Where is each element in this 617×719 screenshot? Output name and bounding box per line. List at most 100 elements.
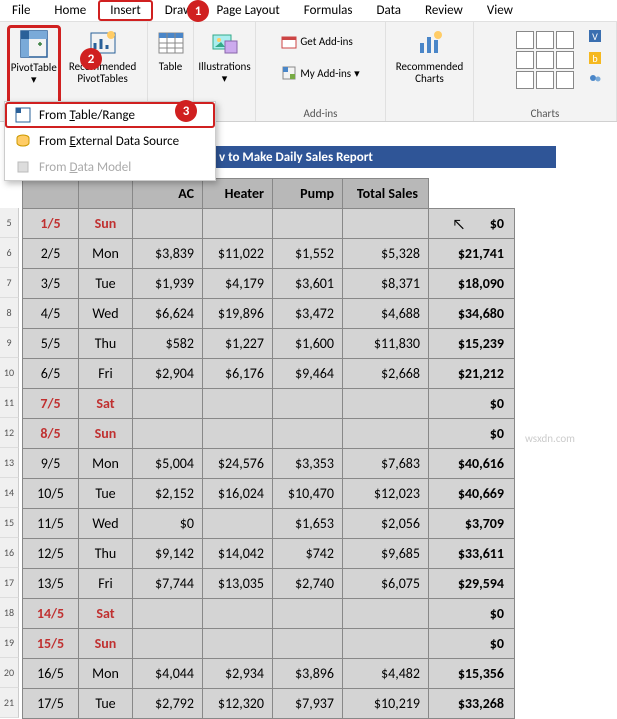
cell-date[interactable]: 8/5: [23, 419, 79, 449]
cell-value[interactable]: $2,668: [343, 359, 429, 389]
row-number[interactable]: 11: [0, 388, 19, 418]
cell-day[interactable]: Wed: [79, 299, 133, 329]
cell-value[interactable]: $12,320: [203, 689, 273, 719]
row-number[interactable]: 14: [0, 478, 19, 508]
cell-date[interactable]: 16/5: [23, 659, 79, 689]
cell-date[interactable]: 1/5: [23, 209, 79, 239]
cell-value[interactable]: $6,624: [133, 299, 203, 329]
cell-date[interactable]: 10/5: [23, 479, 79, 509]
menu-from-external[interactable]: From External Data Source: [5, 128, 215, 154]
chart-type-grid[interactable]: [516, 31, 574, 105]
cell-value[interactable]: $2,740: [273, 569, 343, 599]
cell-total[interactable]: $3,709: [429, 509, 515, 539]
cell-value[interactable]: $582: [133, 329, 203, 359]
cell-value[interactable]: [343, 599, 429, 629]
cell-value[interactable]: [203, 419, 273, 449]
cell-total[interactable]: $0: [429, 599, 515, 629]
cell-value[interactable]: $7,937: [273, 689, 343, 719]
pivot-table-button[interactable]: PivotTable▾: [7, 25, 61, 105]
cell-value[interactable]: $8,371: [343, 269, 429, 299]
cell-value[interactable]: [273, 389, 343, 419]
recommended-pivottables-button[interactable]: Recommended PivotTables: [65, 25, 140, 105]
cell-value[interactable]: [343, 389, 429, 419]
row-number[interactable]: 13: [0, 448, 19, 478]
cell-value[interactable]: $11,022: [203, 239, 273, 269]
cell-value[interactable]: $5,004: [133, 449, 203, 479]
cell-value[interactable]: [203, 509, 273, 539]
cell-value[interactable]: [273, 209, 343, 239]
cell-date[interactable]: 17/5: [23, 689, 79, 719]
row-number[interactable]: 20: [0, 658, 19, 688]
tab-file[interactable]: File: [0, 0, 42, 21]
cell-value[interactable]: [343, 209, 429, 239]
cell-total[interactable]: $33,268: [429, 689, 515, 719]
cell-total[interactable]: $18,090: [429, 269, 515, 299]
row-number[interactable]: 21: [0, 688, 19, 718]
cell-value[interactable]: $1,939: [133, 269, 203, 299]
cell-value[interactable]: $1,227: [203, 329, 273, 359]
cell-day[interactable]: Fri: [79, 569, 133, 599]
cell-date[interactable]: 5/5: [23, 329, 79, 359]
cell-value[interactable]: $3,472: [273, 299, 343, 329]
column-header[interactable]: [79, 179, 133, 209]
cell-value[interactable]: $1,653: [273, 509, 343, 539]
row-number[interactable]: 12: [0, 418, 19, 448]
column-header[interactable]: AC: [133, 179, 203, 209]
cell-total[interactable]: $40,616: [429, 449, 515, 479]
cell-value[interactable]: $4,044: [133, 659, 203, 689]
cell-day[interactable]: Sat: [79, 599, 133, 629]
cell-date[interactable]: 14/5: [23, 599, 79, 629]
row-number[interactable]: 18: [0, 598, 19, 628]
cell-day[interactable]: Thu: [79, 539, 133, 569]
cell-value[interactable]: $2,152: [133, 479, 203, 509]
column-header[interactable]: [23, 179, 79, 209]
cell-value[interactable]: [273, 419, 343, 449]
cell-day[interactable]: Wed: [79, 509, 133, 539]
cell-value[interactable]: $16,024: [203, 479, 273, 509]
cell-value[interactable]: $10,219: [343, 689, 429, 719]
column-header[interactable]: Heater: [203, 179, 273, 209]
cell-day[interactable]: Tue: [79, 689, 133, 719]
cell-day[interactable]: Sat: [79, 389, 133, 419]
cell-day[interactable]: Mon: [79, 449, 133, 479]
recommended-charts-button[interactable]: Recommended Charts: [392, 25, 467, 118]
cell-value[interactable]: [133, 419, 203, 449]
row-number[interactable]: 15: [0, 508, 19, 538]
cell-value[interactable]: $1,552: [273, 239, 343, 269]
cell-day[interactable]: Tue: [79, 479, 133, 509]
cell-value[interactable]: $742: [273, 539, 343, 569]
cell-value[interactable]: [133, 599, 203, 629]
cell-day[interactable]: Fri: [79, 359, 133, 389]
visio-icon[interactable]: V: [587, 28, 603, 44]
cell-value[interactable]: $6,075: [343, 569, 429, 599]
row-number[interactable]: 7: [0, 268, 19, 298]
row-number[interactable]: 9: [0, 328, 19, 358]
cell-value[interactable]: $6,176: [203, 359, 273, 389]
cell-value[interactable]: $3,353: [273, 449, 343, 479]
cell-value[interactable]: $13,035: [203, 569, 273, 599]
cell-value[interactable]: [203, 209, 273, 239]
cell-value[interactable]: $3,839: [133, 239, 203, 269]
cell-value[interactable]: $5,328: [343, 239, 429, 269]
cell-total[interactable]: $40,669: [429, 479, 515, 509]
cell-date[interactable]: 13/5: [23, 569, 79, 599]
column-header[interactable]: Total Sales: [343, 179, 429, 209]
cell-value[interactable]: $0: [133, 509, 203, 539]
cell-value[interactable]: $2,056: [343, 509, 429, 539]
cell-value[interactable]: [133, 209, 203, 239]
cell-day[interactable]: Mon: [79, 659, 133, 689]
row-number[interactable]: 6: [0, 238, 19, 268]
cell-value[interactable]: $9,685: [343, 539, 429, 569]
cell-value[interactable]: $1,600: [273, 329, 343, 359]
cell-day[interactable]: Mon: [79, 239, 133, 269]
tab-home[interactable]: Home: [42, 0, 98, 21]
cell-value[interactable]: [273, 599, 343, 629]
cell-total[interactable]: $15,239: [429, 329, 515, 359]
row-number[interactable]: 8: [0, 298, 19, 328]
column-header[interactable]: Pump: [273, 179, 343, 209]
cell-value[interactable]: $9,142: [133, 539, 203, 569]
cell-value[interactable]: [133, 389, 203, 419]
cell-value[interactable]: $7,744: [133, 569, 203, 599]
row-number[interactable]: 5: [0, 208, 19, 238]
my-addins-button[interactable]: My Add-ins ▾: [277, 63, 363, 83]
